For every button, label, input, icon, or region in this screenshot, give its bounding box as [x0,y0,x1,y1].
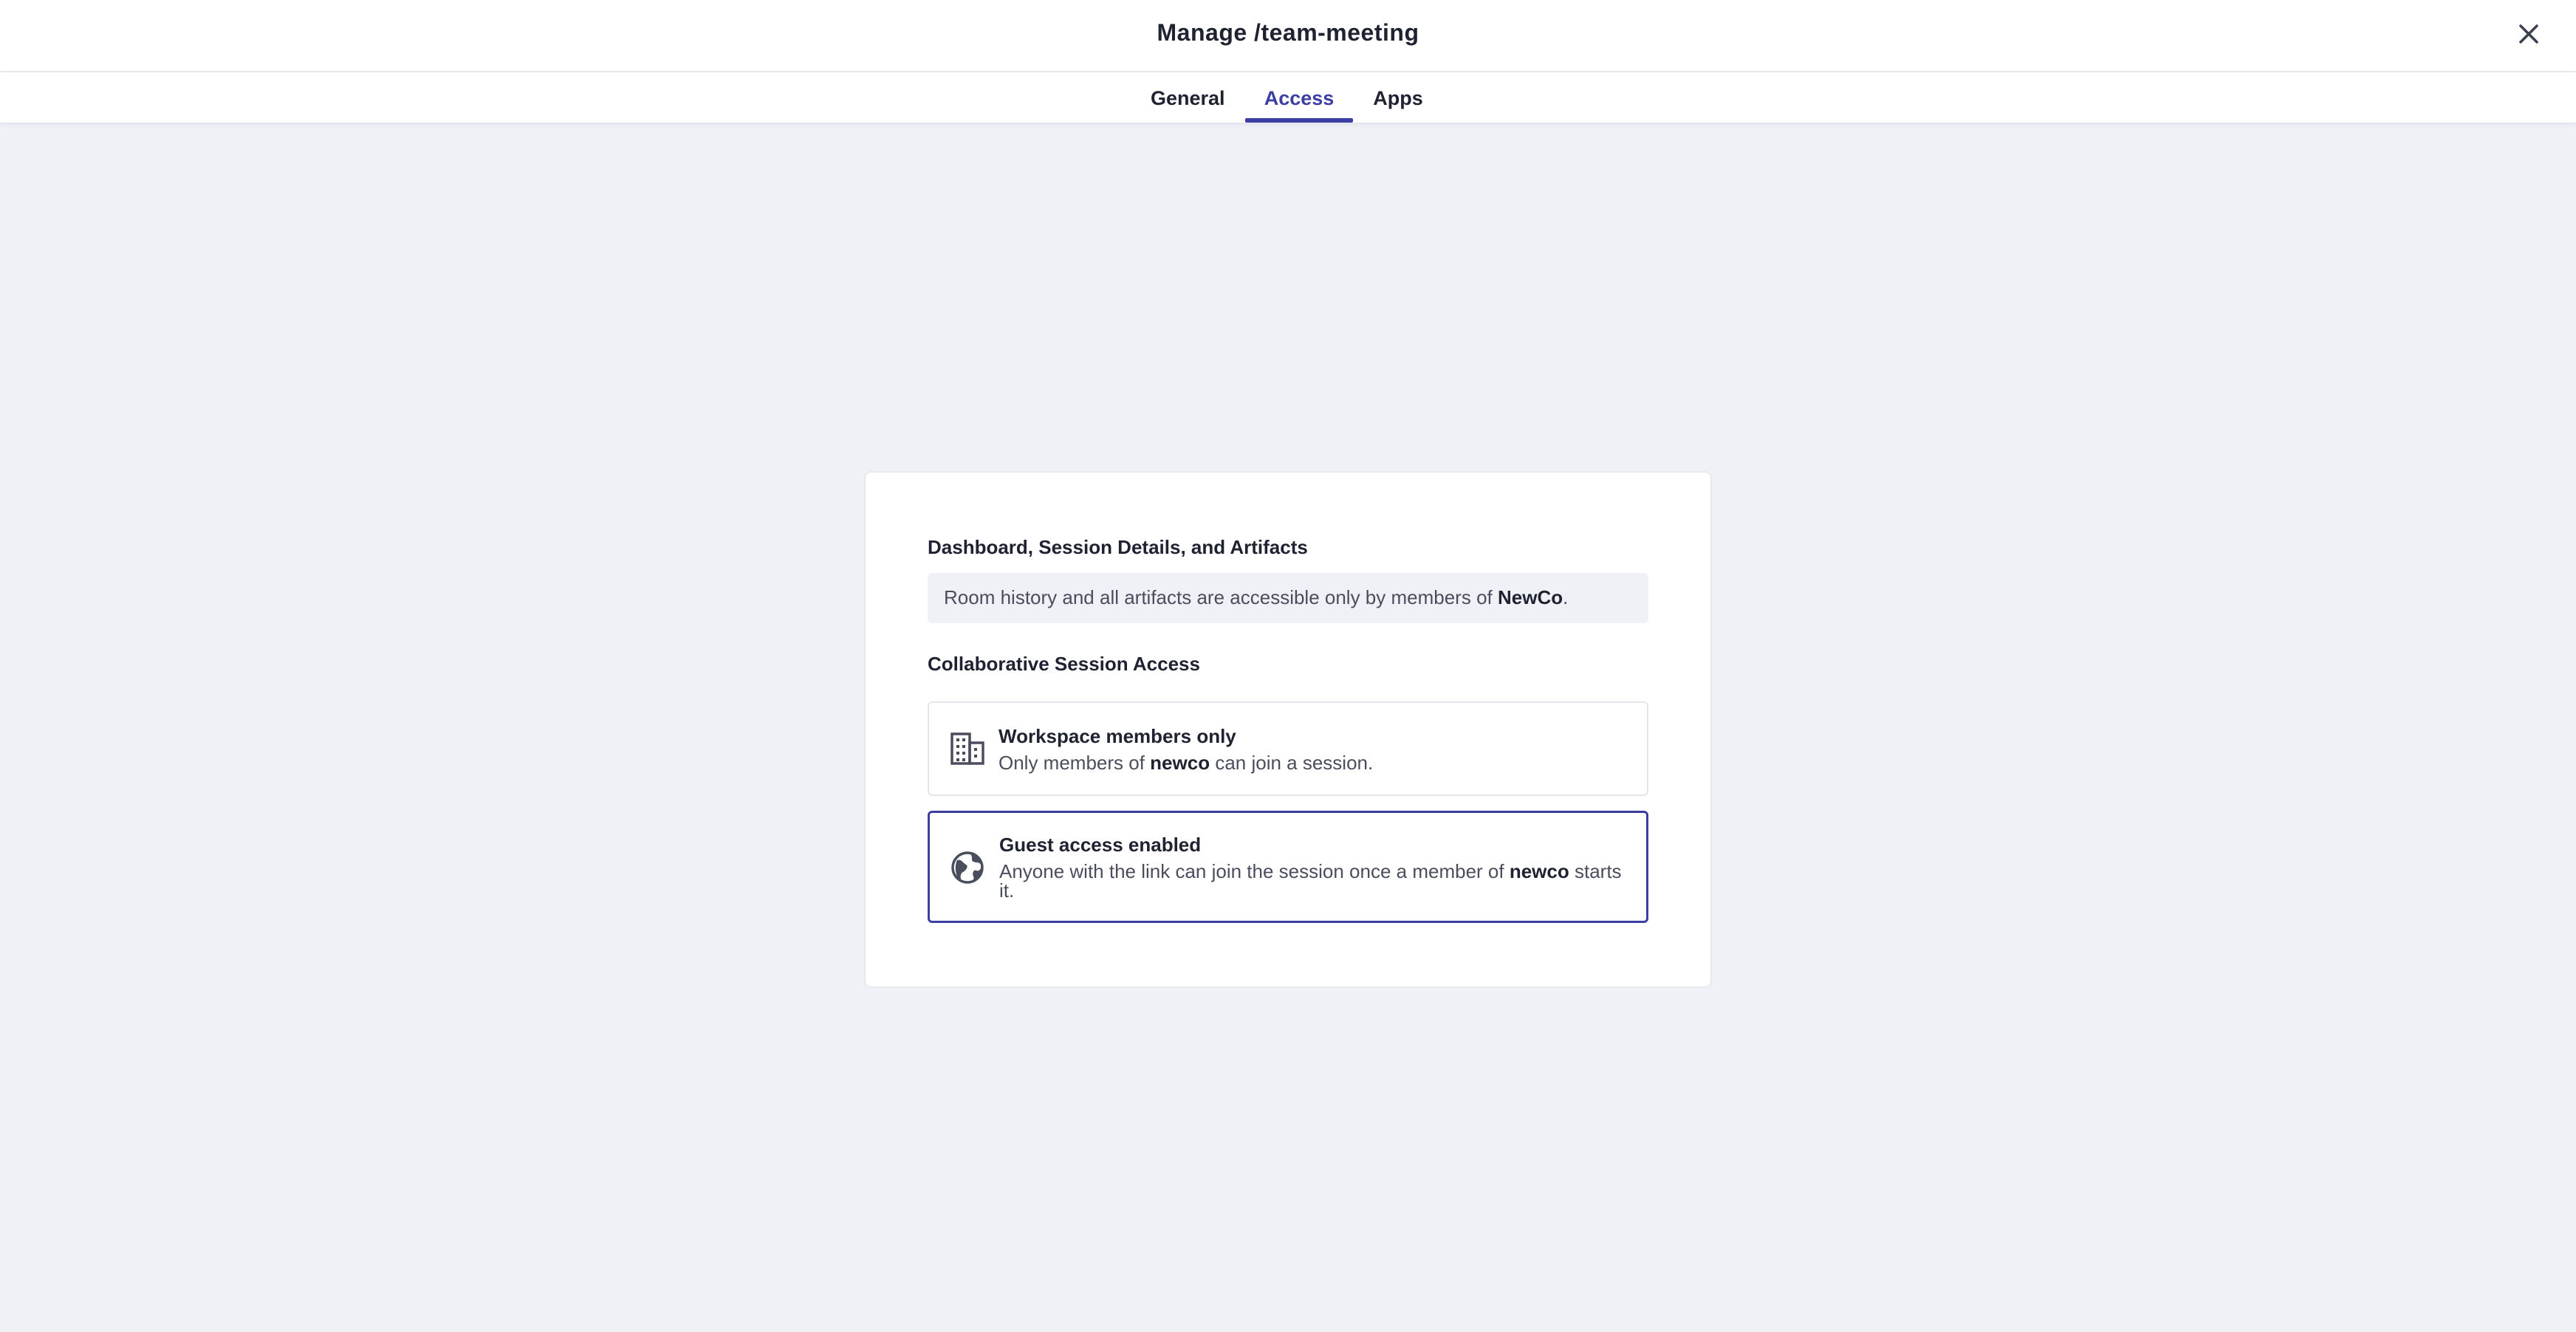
close-icon [2519,24,2538,44]
page-title: Manage /team-meeting [1157,19,1419,46]
active-tab-indicator [1245,118,1353,123]
desc-text: Only members of [998,752,1151,774]
globe-icon [951,851,984,884]
building-icon [950,732,984,765]
desc-suffix: can join a session. [1210,752,1374,774]
option-title: Guest access enabled [999,834,1202,856]
desc-org-name: newco [1509,860,1569,882]
info-suffix: . [1563,586,1569,608]
collab-section-label: Collaborative Session Access [928,653,1200,675]
info-org-name: NewCo [1497,586,1563,608]
dashboard-access-info: Room history and all artifacts are acces… [928,573,1648,623]
desc-org-name: newco [1150,752,1210,774]
option-description: Only members of newco can join a session… [998,753,1626,772]
option-title: Workspace members only [998,725,1236,747]
modal-header: Manage /team-meeting [0,0,2576,72]
tab-access[interactable]: Access [1245,72,1353,124]
option-description: Anyone with the link can join the sessio… [999,862,1627,900]
tab-general[interactable]: General [1151,72,1225,124]
tab-apps[interactable]: Apps [1369,72,1427,124]
option-guest-access-enabled[interactable]: Guest access enabled Anyone with the lin… [928,811,1648,923]
tab-bar: General Access Apps [0,72,2576,124]
info-text: Room history and all artifacts are acces… [944,586,1498,608]
access-settings-card: Dashboard, Session Details, and Artifact… [864,471,1712,988]
dashboard-section-label: Dashboard, Session Details, and Artifact… [928,536,1308,558]
close-button[interactable] [2514,19,2544,49]
option-workspace-members-only[interactable]: Workspace members only Only members of n… [928,701,1648,796]
desc-text: Anyone with the link can join the sessio… [999,860,1510,882]
